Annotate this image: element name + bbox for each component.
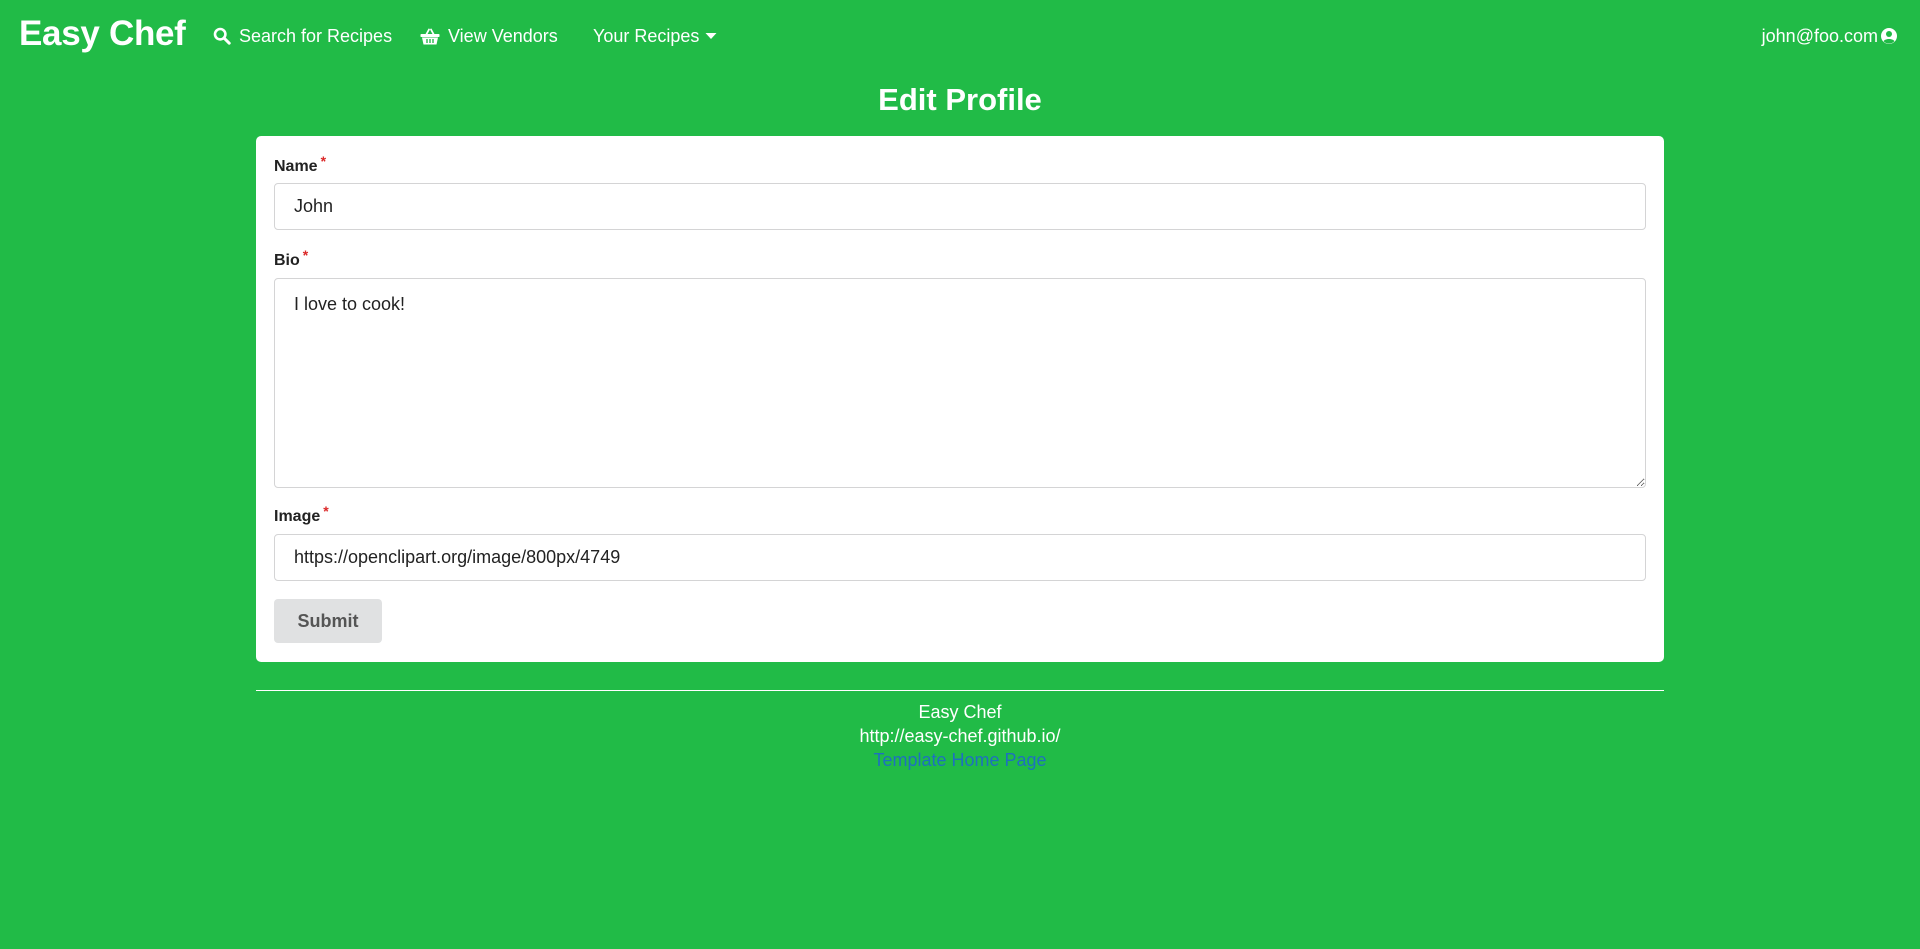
nav-your-recipes-dropdown[interactable]: Your Recipes [593, 24, 717, 48]
submit-button[interactable]: Submit [274, 599, 382, 643]
bio-label-text: Bio [274, 252, 300, 269]
image-url-input[interactable] [274, 534, 1646, 581]
nav-vendors-label: View Vendors [448, 26, 558, 46]
nav-view-vendors[interactable]: View Vendors [420, 24, 558, 48]
search-icon [213, 27, 231, 45]
page-title: Edit Profile [878, 82, 1042, 117]
user-menu[interactable]: john@foo.com [1762, 24, 1898, 48]
name-label-text: Name [274, 158, 318, 175]
basket-icon [420, 28, 440, 45]
image-label-text: Image [274, 508, 321, 525]
nav-search-label: Search for Recipes [239, 26, 393, 46]
required-marker: * [302, 247, 309, 263]
caret-down-icon [705, 32, 717, 40]
image-label: Image * [274, 503, 329, 527]
required-marker: * [323, 503, 329, 519]
user-circle-icon [1880, 27, 1898, 45]
footer-title: Easy Chef [918, 702, 1002, 722]
name-label: Name * [274, 153, 327, 177]
brand-logo[interactable]: Easy Chef [19, 14, 186, 54]
footer: Easy Chef http://easy-chef.github.io/ Te… [0, 700, 1920, 772]
nav-recipes-label: Your Recipes [593, 26, 700, 46]
footer-divider [256, 690, 1664, 691]
user-email: john@foo.com [1761, 25, 1878, 46]
name-input[interactable] [274, 183, 1646, 230]
required-marker: * [320, 153, 327, 169]
template-home-link[interactable]: Template Home Page [0, 748, 1920, 772]
nav-search-recipes[interactable]: Search for Recipes [213, 24, 392, 48]
bio-textarea[interactable]: I love to cook! [274, 278, 1646, 488]
top-navbar: Easy Chef Search for Recipes View Vendor… [0, 0, 1920, 72]
bio-label: Bio * [274, 247, 309, 271]
footer-url: http://easy-chef.github.io/ [859, 726, 1061, 746]
edit-profile-form: Name* Bio* I love to cook! Image* Submit [256, 136, 1664, 662]
